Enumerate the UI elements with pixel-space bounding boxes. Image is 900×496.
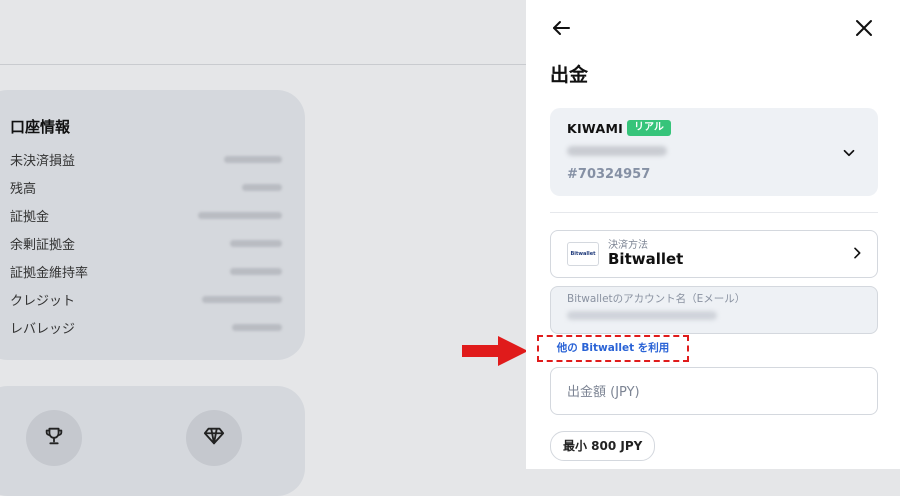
page-title: 出金 bbox=[550, 64, 589, 86]
section-divider bbox=[550, 212, 878, 213]
row-credit-value bbox=[202, 296, 282, 303]
trophy-button[interactable] bbox=[26, 410, 82, 466]
payment-method-selector[interactable]: Bitwallet 決済方法 Bitwallet bbox=[550, 230, 878, 278]
chevron-down-icon bbox=[840, 144, 858, 162]
row-leverage-value bbox=[232, 324, 282, 331]
account-number: #70324957 bbox=[567, 167, 651, 182]
row-margin-level-label: 証拠金維持率 bbox=[10, 266, 89, 281]
row-unrealized-pl-value bbox=[224, 156, 282, 163]
bitwallet-account-label: Bitwalletのアカウント名（Eメール） bbox=[567, 293, 746, 305]
account-type-badge: リアル bbox=[627, 120, 671, 136]
row-balance-label: 残高 bbox=[10, 182, 37, 197]
account-detail-redacted bbox=[567, 146, 667, 156]
row-free-margin-label: 余剰証拠金 bbox=[10, 238, 76, 253]
diamond-icon bbox=[203, 425, 225, 451]
row-margin-level-value bbox=[230, 268, 282, 275]
withdrawal-amount-input[interactable] bbox=[565, 380, 859, 404]
shortcut-card bbox=[0, 386, 305, 496]
close-icon bbox=[852, 20, 876, 44]
row-unrealized-pl-label: 未決済損益 bbox=[10, 154, 76, 169]
account-info-title: 口座情報 bbox=[10, 118, 71, 136]
account-name: KIWAMI bbox=[567, 121, 624, 136]
row-margin-label: 証拠金 bbox=[10, 210, 50, 225]
account-selector[interactable]: KIWAMI リアル #70324957 bbox=[550, 108, 878, 196]
annotation-arrow-icon bbox=[460, 334, 530, 368]
row-credit-label: クレジット bbox=[10, 294, 76, 309]
bitwallet-account-field: Bitwalletのアカウント名（Eメール） bbox=[550, 286, 878, 334]
payment-method-value: Bitwallet bbox=[608, 250, 684, 268]
withdrawal-amount-field[interactable] bbox=[550, 367, 878, 415]
bitwallet-logo: Bitwallet bbox=[567, 242, 599, 266]
minimum-amount-chip[interactable]: 最小 800 JPY bbox=[550, 431, 656, 461]
row-free-margin-value bbox=[230, 240, 282, 247]
arrow-left-icon bbox=[549, 21, 573, 44]
row-leverage-label: レバレッジ bbox=[10, 322, 76, 337]
row-margin-value bbox=[198, 212, 282, 219]
header-divider bbox=[0, 64, 526, 65]
account-info-card: 口座情報 未決済損益 残高 証拠金 余剰証拠金 証拠金維持率 クレジット レバレ… bbox=[0, 90, 305, 360]
chevron-right-icon bbox=[849, 245, 865, 261]
diamond-button[interactable] bbox=[186, 410, 242, 466]
row-balance-value bbox=[242, 184, 282, 191]
withdrawal-panel: 出金 KIWAMI リアル #70324957 Bitwallet 決済方法 B… bbox=[526, 0, 900, 469]
close-button[interactable] bbox=[852, 16, 876, 40]
trophy-icon bbox=[43, 425, 65, 451]
use-other-bitwallet-link[interactable]: 他の Bitwallet を利用 bbox=[537, 335, 689, 362]
payment-method-label: 決済方法 bbox=[608, 240, 648, 251]
bitwallet-account-redacted bbox=[567, 311, 717, 320]
back-button[interactable] bbox=[549, 16, 573, 40]
